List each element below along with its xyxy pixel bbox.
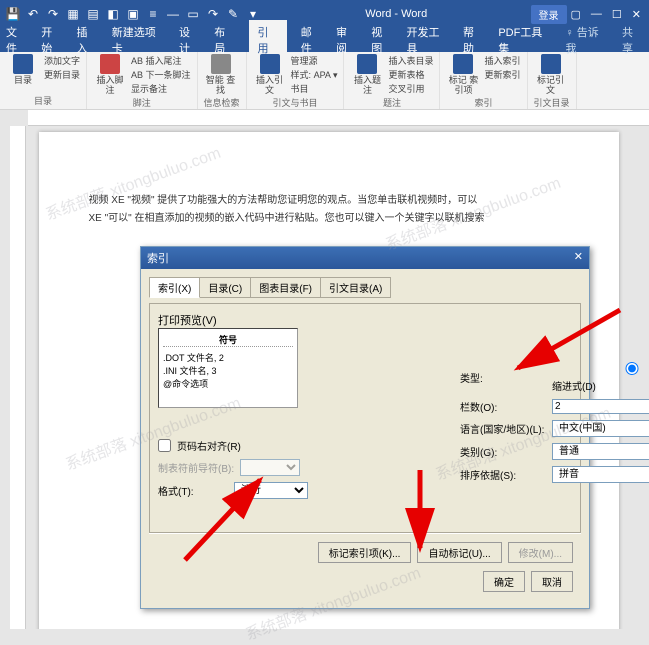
columns-spinner[interactable] bbox=[552, 399, 649, 414]
dialog-tab-index[interactable]: 索引(X) bbox=[149, 277, 200, 298]
dialog-tabs: 索引(X) 目录(C) 图表目录(F) 引文目录(A) bbox=[149, 277, 581, 298]
show-notes-button[interactable]: 显示备注 bbox=[131, 82, 191, 95]
bibliography-button[interactable]: 书目 bbox=[291, 82, 338, 95]
dialog-tab-toa[interactable]: 引文目录(A) bbox=[320, 277, 391, 298]
qat-icon[interactable]: ▦ bbox=[64, 5, 82, 23]
mark-citation-button[interactable]: 标记引文 bbox=[534, 54, 568, 96]
type-indented-radio[interactable]: 缩进式(D) bbox=[552, 362, 649, 393]
tab-leader-label: 制表符前导符(B): bbox=[158, 460, 234, 475]
update-table-button[interactable]: 更新表格 bbox=[388, 68, 433, 81]
smart-lookup-button[interactable]: 智能 查找 bbox=[204, 54, 238, 96]
ok-button[interactable]: 确定 bbox=[483, 571, 525, 592]
columns-label: 栏数(O): bbox=[460, 399, 546, 414]
save-icon[interactable]: 💾 bbox=[4, 5, 22, 23]
category-label: 类别(G): bbox=[460, 444, 546, 459]
tab-leader-select bbox=[240, 459, 300, 476]
undo-icon[interactable]: ↶ bbox=[24, 5, 42, 23]
qat-icon[interactable]: ◧ bbox=[104, 5, 122, 23]
toc-button[interactable]: 目录 bbox=[6, 54, 40, 86]
group-lookup: 智能 查找 信息检索 bbox=[198, 52, 247, 109]
qat-icon[interactable]: ✎ bbox=[224, 5, 242, 23]
quick-access-toolbar: 💾 ↶ ↷ ▦ ▤ ◧ ▣ ≡ — ▭ ↷ ✎ ▾ bbox=[4, 5, 262, 23]
update-index-button[interactable]: 更新索引 bbox=[484, 68, 520, 81]
login-button[interactable]: 登录 bbox=[531, 5, 567, 24]
next-footnote-button[interactable]: AB 下一条脚注 bbox=[131, 68, 191, 81]
paragraph: XE "可以" 在相直添加的视频的嵌入代码中进行粘贴。您也可以键入一个关键字以联… bbox=[89, 210, 569, 228]
close-icon[interactable]: ✕ bbox=[632, 8, 641, 21]
redo-icon[interactable]: ↷ bbox=[44, 5, 62, 23]
insert-tof-button[interactable]: 插入表目录 bbox=[388, 54, 433, 67]
update-toc-button[interactable]: 更新目录 bbox=[44, 68, 80, 81]
cancel-button[interactable]: 取消 bbox=[531, 571, 573, 592]
print-preview: 符号 .DOT 文件名, 2 .INI 文件名, 3 @命令选项 bbox=[158, 328, 298, 408]
group-label: 脚注 bbox=[93, 96, 191, 109]
type-label: 类型: bbox=[460, 370, 546, 385]
sort-label: 排序依据(S): bbox=[460, 467, 546, 482]
qat-icon[interactable]: ▣ bbox=[124, 5, 142, 23]
minimize-icon[interactable]: — bbox=[591, 8, 602, 21]
share-button[interactable]: 共享 bbox=[622, 24, 643, 56]
preview-label: 打印预览(V) bbox=[158, 315, 217, 327]
qat-icon[interactable]: ▭ bbox=[184, 5, 202, 23]
maximize-icon[interactable]: ☐ bbox=[612, 8, 622, 21]
category-select[interactable]: 普通 bbox=[552, 443, 649, 460]
group-citation: 插入引文 管理源 样式: APA ▾ 书目 引文与书目 bbox=[247, 52, 345, 109]
paragraph: 视频 XE "视频" 提供了功能强大的方法帮助您证明您的观点。当您单击联机视频时… bbox=[89, 192, 569, 210]
menu-bar: 文件 开始 插入 新建选项卡 设计 布局 引用 邮件 审阅 视图 开发工具 帮助… bbox=[0, 28, 649, 52]
group-label: 题注 bbox=[350, 96, 433, 109]
dialog-titlebar[interactable]: 索引 ✕ bbox=[141, 247, 589, 269]
group-caption: 插入题注 插入表目录 更新表格 交叉引用 题注 bbox=[344, 52, 440, 109]
index-dialog: 索引 ✕ 索引(X) 目录(C) 图表目录(F) 引文目录(A) 打印预览(V)… bbox=[140, 246, 590, 609]
format-label: 格式(T): bbox=[158, 483, 228, 498]
insert-caption-button[interactable]: 插入题注 bbox=[350, 54, 384, 96]
cross-reference-button[interactable]: 交叉引用 bbox=[388, 82, 433, 95]
manage-sources-button[interactable]: 管理源 bbox=[291, 54, 338, 67]
dialog-title-text: 索引 bbox=[147, 250, 169, 266]
group-toc: 目录 添加文字 更新目录 目录 bbox=[0, 52, 87, 109]
insert-index-button[interactable]: 插入索引 bbox=[484, 54, 520, 67]
mark-index-entry-button[interactable]: 标记 索引项 bbox=[446, 54, 480, 96]
modify-button[interactable]: 修改(M)... bbox=[508, 542, 573, 563]
vertical-ruler[interactable] bbox=[10, 126, 26, 629]
group-label: 引文目录 bbox=[534, 96, 570, 109]
group-label: 索引 bbox=[446, 96, 520, 109]
ribbon-options-icon[interactable]: ▢ bbox=[571, 8, 581, 21]
insert-endnote-button[interactable]: AB 插入尾注 bbox=[131, 54, 191, 67]
dialog-close-icon[interactable]: ✕ bbox=[574, 250, 583, 266]
dialog-tab-tof[interactable]: 图表目录(F) bbox=[250, 277, 321, 298]
insert-footnote-button[interactable]: 插入脚注 bbox=[93, 54, 127, 96]
language-select[interactable]: 中文(中国) bbox=[552, 420, 649, 437]
add-text-button[interactable]: 添加文字 bbox=[44, 54, 80, 67]
qat-icon[interactable]: — bbox=[164, 5, 182, 23]
right-align-checkbox[interactable] bbox=[158, 439, 171, 452]
group-label: 目录 bbox=[6, 94, 80, 107]
qat-icon[interactable]: ≡ bbox=[144, 5, 162, 23]
insert-citation-button[interactable]: 插入引文 bbox=[253, 54, 287, 96]
dialog-tab-toc[interactable]: 目录(C) bbox=[199, 277, 251, 298]
group-index: 标记 索引项 插入索引 更新索引 索引 bbox=[440, 52, 527, 109]
group-toa: 标记引文 引文目录 bbox=[528, 52, 577, 109]
qat-icon[interactable]: ↷ bbox=[204, 5, 222, 23]
ribbon: 目录 添加文字 更新目录 目录 插入脚注 AB 插入尾注 AB 下一条脚注 显示… bbox=[0, 52, 649, 110]
mark-entry-button[interactable]: 标记索引项(K)... bbox=[318, 542, 412, 563]
citation-style[interactable]: 样式: APA ▾ bbox=[291, 68, 338, 81]
group-label: 引文与书目 bbox=[253, 96, 338, 109]
language-label: 语言(国家/地区)(L): bbox=[460, 421, 546, 436]
format-select[interactable]: 流行 bbox=[234, 482, 308, 499]
sort-select[interactable]: 拼音 bbox=[552, 466, 649, 483]
group-label: 信息检索 bbox=[204, 96, 240, 109]
automark-button[interactable]: 自动标记(U)... bbox=[417, 542, 501, 563]
window-title: Word - Word bbox=[262, 8, 531, 20]
right-align-label: 页码右对齐(R) bbox=[177, 438, 247, 453]
group-footnote: 插入脚注 AB 插入尾注 AB 下一条脚注 显示备注 脚注 bbox=[87, 52, 198, 109]
qat-icon[interactable]: ▤ bbox=[84, 5, 102, 23]
horizontal-ruler[interactable] bbox=[28, 110, 649, 126]
